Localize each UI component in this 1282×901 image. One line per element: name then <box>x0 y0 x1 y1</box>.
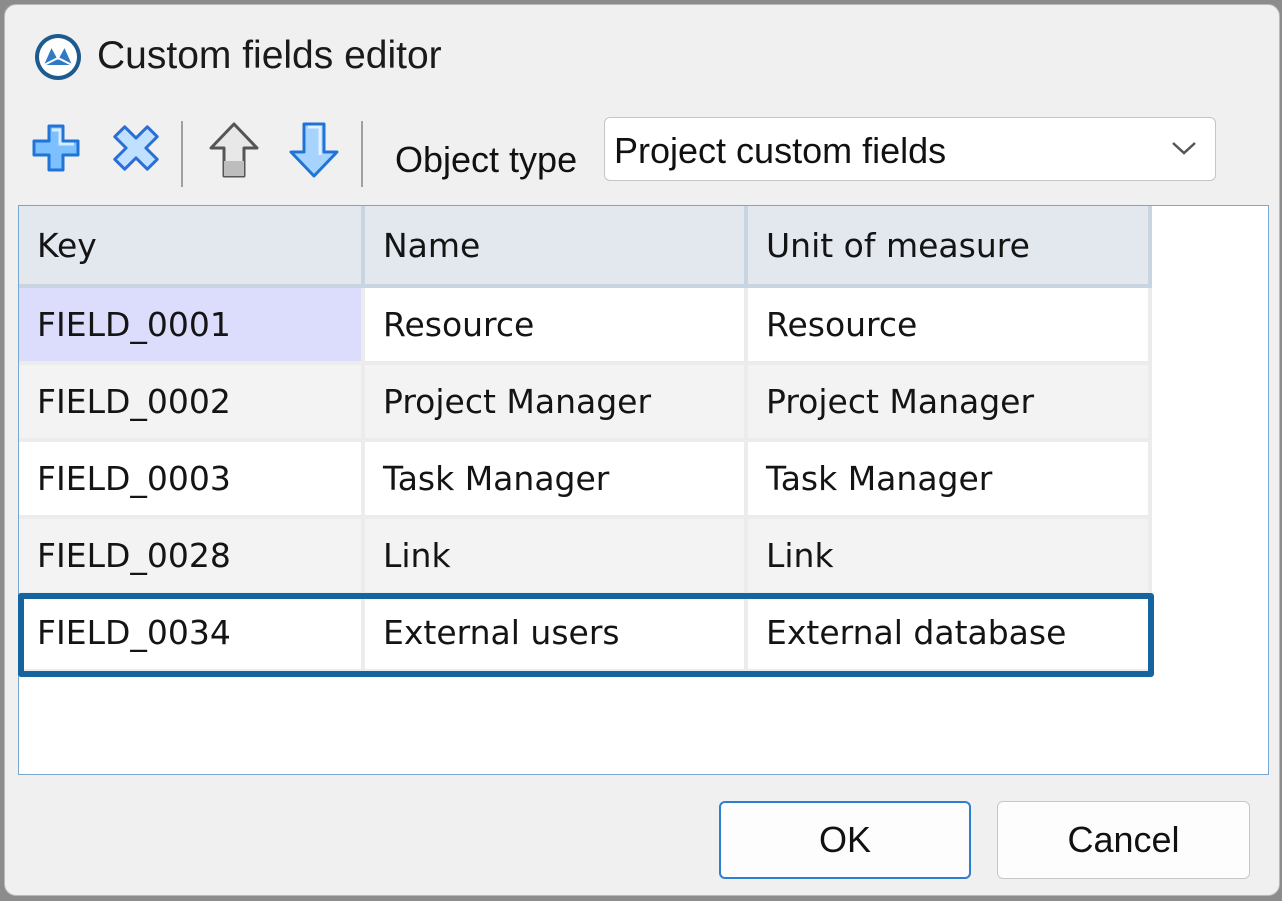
name-cell[interactable]: External users <box>363 594 748 673</box>
table-row[interactable]: FIELD_0001 Resource Resource <box>19 286 1152 365</box>
name-cell[interactable]: Link <box>363 517 748 596</box>
arrow-up-icon <box>208 121 260 184</box>
name-cell[interactable]: Task Manager <box>363 440 748 519</box>
column-header-key[interactable]: Key <box>19 206 365 288</box>
move-down-button[interactable] <box>285 121 343 183</box>
unit-cell[interactable]: Project Manager <box>746 363 1152 442</box>
table-row[interactable]: FIELD_0028 Link Link <box>19 517 1152 596</box>
unit-cell[interactable]: Task Manager <box>746 440 1152 519</box>
delete-x-icon <box>110 122 162 179</box>
unit-cell[interactable]: Link <box>746 517 1152 596</box>
toolbar-separator <box>181 121 183 187</box>
unit-cell[interactable]: Resource <box>746 286 1152 365</box>
toolbar: Object type Project custom fields <box>5 113 1279 199</box>
unit-cell[interactable]: External database <box>746 594 1152 673</box>
chevron-down-icon <box>1171 140 1197 161</box>
object-type-dropdown[interactable]: Project custom fields <box>604 117 1216 181</box>
ok-button[interactable]: OK <box>719 801 971 879</box>
column-header-name[interactable]: Name <box>363 206 748 288</box>
object-type-label: Object type <box>395 139 578 180</box>
name-cell[interactable]: Resource <box>363 286 748 365</box>
name-cell[interactable]: Project Manager <box>363 363 748 442</box>
add-field-button[interactable] <box>27 119 85 181</box>
cancel-button[interactable]: Cancel <box>997 801 1250 879</box>
window-title: Custom fields editor <box>97 34 442 77</box>
key-cell[interactable]: FIELD_0001 <box>19 286 365 365</box>
table-row[interactable]: FIELD_0034 External users External datab… <box>19 594 1152 673</box>
custom-fields-dialog: Custom fields editor Object type Project… <box>4 4 1280 896</box>
object-type-value: Project custom fields <box>614 130 947 171</box>
arrow-down-icon <box>288 121 340 184</box>
key-cell[interactable]: FIELD_0028 <box>19 517 365 596</box>
grid-header-row: Key Name Unit of measure <box>19 206 1152 288</box>
move-up-button[interactable] <box>205 121 263 183</box>
toolbar-separator <box>361 121 363 187</box>
add-plus-icon <box>30 122 82 179</box>
table-row[interactable]: FIELD_0002 Project Manager Project Manag… <box>19 363 1152 442</box>
app-logo-icon <box>33 32 83 82</box>
column-header-unit[interactable]: Unit of measure <box>746 206 1152 288</box>
custom-fields-grid[interactable]: Key Name Unit of measure FIELD_0001 Reso… <box>18 205 1269 775</box>
delete-field-button[interactable] <box>107 119 165 181</box>
key-cell[interactable]: FIELD_0003 <box>19 440 365 519</box>
key-cell[interactable]: FIELD_0002 <box>19 363 365 442</box>
key-cell[interactable]: FIELD_0034 <box>19 594 365 673</box>
title-bar: Custom fields editor <box>5 5 1279 105</box>
table-row[interactable]: FIELD_0003 Task Manager Task Manager <box>19 440 1152 519</box>
